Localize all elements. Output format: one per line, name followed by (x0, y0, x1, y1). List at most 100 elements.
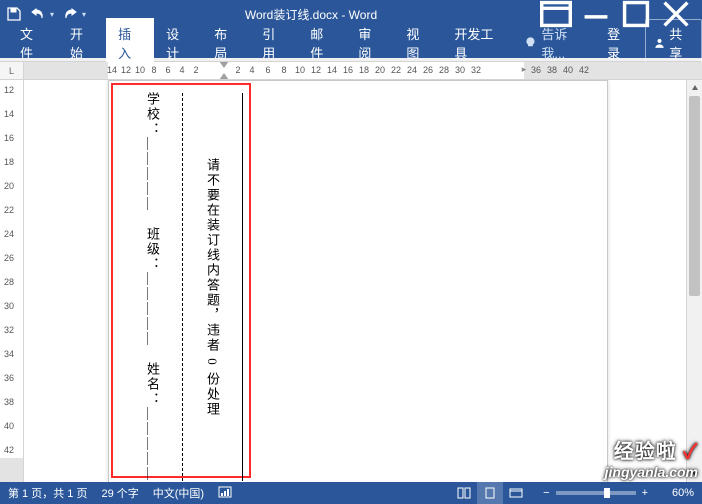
ruler-tick: 40 (4, 421, 14, 431)
ruler-tick: 26 (423, 65, 433, 75)
ruler-tick: 24 (407, 65, 417, 75)
view-buttons (451, 482, 529, 504)
ruler-tick: 4 (179, 65, 184, 75)
status-macro-icon[interactable] (218, 486, 232, 501)
binding-gutter: 学校：＿＿＿＿＿ 班级：＿＿＿＿＿ 姓名：＿＿＿＿＿ 请不要在装订线内答题，违者… (123, 89, 243, 482)
sign-in-link[interactable]: 登录 (597, 18, 641, 68)
tab-mailings[interactable]: 邮件 (298, 18, 346, 68)
ruler-tick: 38 (4, 397, 14, 407)
zoom-percent[interactable]: 60% (654, 487, 694, 499)
gutter-notice-text: 请不要在装订线内答题，违者 0 份处理 (203, 158, 222, 417)
ruler-row: L 14 12 10 8 6 4 2 2 4 6 8 10 12 14 16 1… (0, 62, 702, 80)
tab-layout[interactable]: 布局 (202, 18, 250, 68)
tab-file[interactable]: 文件 (6, 18, 58, 68)
ruler-tick: 32 (4, 325, 14, 335)
ruler-tick: 16 (4, 133, 14, 143)
ruler-tick: 10 (295, 65, 305, 75)
ruler-tick: 38 (547, 65, 557, 75)
ruler-tick: 10 (135, 65, 145, 75)
ruler-tick: 12 (4, 85, 14, 95)
ruler-tick: 42 (4, 445, 14, 455)
left-indent-marker[interactable] (219, 73, 229, 79)
ruler-tick: 42 (579, 65, 589, 75)
status-bar: 第 1 页，共 1 页 29 个字 中文(中国) − + 60% (0, 482, 702, 504)
scroll-thumb[interactable] (689, 96, 700, 296)
right-indent-marker[interactable]: ▸ (522, 64, 527, 75)
ruler-tick: 24 (4, 229, 14, 239)
vertical-ruler[interactable]: 12 14 16 18 20 22 24 26 28 30 32 34 36 3… (0, 80, 24, 482)
ruler-tick: 32 (471, 65, 481, 75)
ruler-tick: 18 (359, 65, 369, 75)
status-word-count[interactable]: 29 个字 (101, 485, 138, 501)
ruler-tick: 30 (4, 301, 14, 311)
lightbulb-icon (524, 36, 537, 50)
scroll-track[interactable] (687, 96, 702, 466)
watermark-brand: 经验啦 (614, 441, 677, 463)
ruler-tick: 22 (391, 65, 401, 75)
ruler-tick: 18 (4, 157, 14, 167)
ruler-tick: 8 (281, 65, 286, 75)
horizontal-ruler[interactable]: 14 12 10 8 6 4 2 2 4 6 8 10 12 14 16 18 … (24, 62, 702, 79)
zoom-slider[interactable] (556, 491, 636, 495)
ruler-tick: 12 (121, 65, 131, 75)
ruler-tick: 22 (4, 205, 14, 215)
ruler-tick: 28 (439, 65, 449, 75)
ruler-tick: 14 (327, 65, 337, 75)
ruler-tick: 14 (107, 65, 117, 75)
watermark: 经验啦 ✓ jingyanla.com (605, 435, 698, 480)
status-language[interactable]: 中文(中国) (153, 485, 204, 501)
ruler-tick: 20 (4, 181, 14, 191)
zoom-slider-thumb[interactable] (604, 488, 610, 498)
ruler-tick: 2 (235, 65, 240, 75)
ruler-tick: 36 (4, 373, 14, 383)
zoom-controls: − + 60% (543, 487, 694, 499)
read-mode-icon[interactable] (451, 482, 477, 504)
tab-design[interactable]: 设计 (154, 18, 202, 68)
ruler-tick: 12 (311, 65, 321, 75)
share-label: 共享 (669, 24, 693, 62)
solid-separator (242, 93, 243, 481)
first-line-indent-marker[interactable] (219, 62, 229, 68)
status-page[interactable]: 第 1 页，共 1 页 (8, 485, 87, 501)
vertical-scrollbar[interactable] (686, 80, 702, 482)
ruler-tick: 16 (343, 65, 353, 75)
tab-review[interactable]: 审阅 (346, 18, 394, 68)
ruler-tick: 26 (4, 253, 14, 263)
zoom-in-icon[interactable]: + (642, 487, 648, 499)
ruler-tick: 4 (249, 65, 254, 75)
print-layout-icon[interactable] (477, 482, 503, 504)
watermark-url: jingyanla.com (605, 464, 698, 480)
document-area[interactable]: 学校：＿＿＿＿＿ 班级：＿＿＿＿＿ 姓名：＿＿＿＿＿ 请不要在装订线内答题，违者… (24, 80, 686, 482)
ruler-tick: 20 (375, 65, 385, 75)
ruler-tick: 36 (531, 65, 541, 75)
gutter-info-text: 学校：＿＿＿＿＿ 班级：＿＿＿＿＿ 姓名：＿＿＿＿＿ (143, 92, 162, 482)
ruler-tick: 2 (193, 65, 198, 75)
ruler-tick: 30 (455, 65, 465, 75)
zoom-out-icon[interactable]: − (543, 487, 549, 499)
share-button[interactable]: 共享 (645, 19, 702, 67)
gutter-col-info: 学校：＿＿＿＿＿ 班级：＿＿＿＿＿ 姓名：＿＿＿＿＿ (123, 89, 182, 482)
ruler-tick: 34 (4, 349, 14, 359)
gutter-col-notice: 请不要在装订线内答题，违者 0 份处理 (183, 89, 242, 482)
tab-insert[interactable]: 插入 (106, 18, 154, 68)
ruler-tick: 14 (4, 109, 14, 119)
tell-me-search[interactable]: 告诉我... (514, 18, 597, 68)
person-icon (654, 37, 665, 49)
ruler-tick: 28 (4, 277, 14, 287)
tell-me-label: 告诉我... (541, 24, 587, 62)
workspace: 12 14 16 18 20 22 24 26 28 30 32 34 36 3… (0, 80, 702, 482)
tab-home[interactable]: 开始 (58, 18, 106, 68)
ruler-tick: 6 (265, 65, 270, 75)
page[interactable]: 学校：＿＿＿＿＿ 班级：＿＿＿＿＿ 姓名：＿＿＿＿＿ 请不要在装订线内答题，违者… (108, 80, 608, 482)
web-layout-icon[interactable] (503, 482, 529, 504)
scroll-up-icon[interactable] (687, 80, 702, 96)
tab-developer[interactable]: 开发工具 (442, 18, 514, 68)
tab-references[interactable]: 引用 (250, 18, 298, 68)
check-icon: ✓ (683, 441, 698, 463)
tab-view[interactable]: 视图 (394, 18, 442, 68)
ruler-tick: 40 (563, 65, 573, 75)
ruler-tick: 8 (151, 65, 156, 75)
ruler-tick: 6 (165, 65, 170, 75)
tab-selector[interactable]: L (0, 62, 24, 79)
ribbon-tabs: 文件 开始 插入 设计 布局 引用 邮件 审阅 视图 开发工具 告诉我... 登… (0, 28, 702, 58)
